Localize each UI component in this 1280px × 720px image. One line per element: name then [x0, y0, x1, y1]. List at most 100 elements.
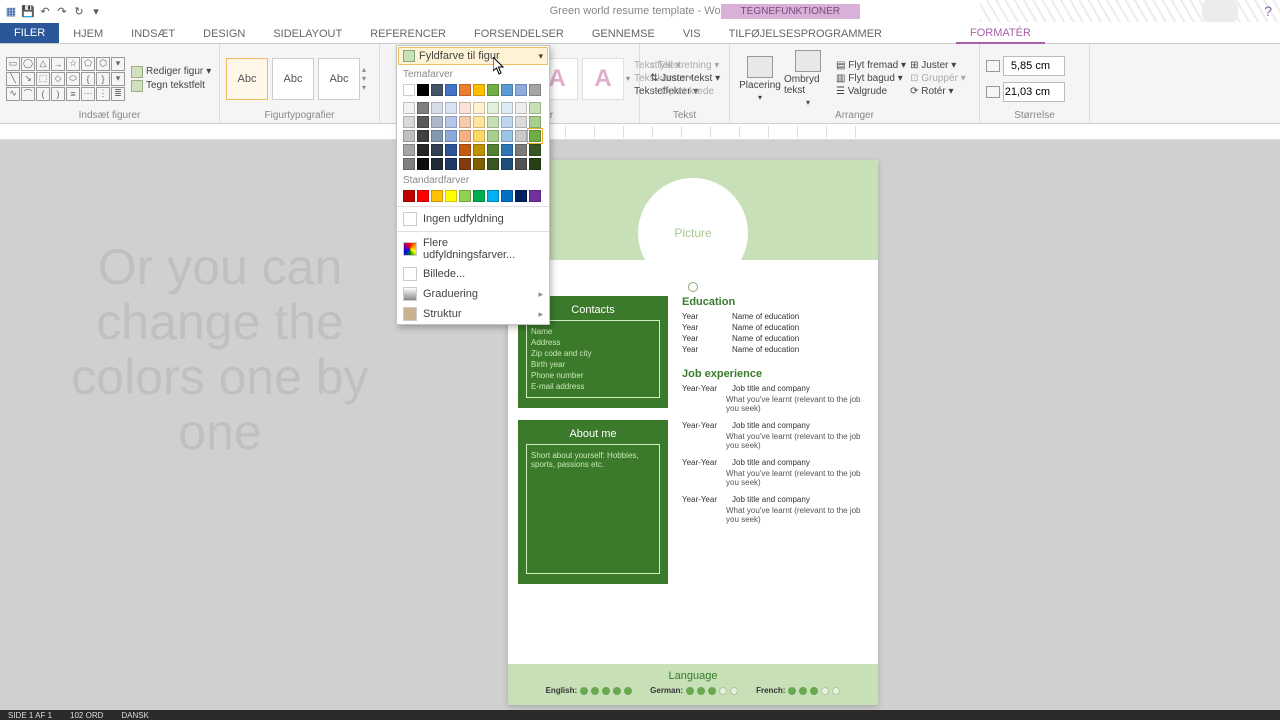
color-swatch[interactable] [515, 116, 527, 128]
tab-insert[interactable]: INDSÆT [117, 25, 189, 43]
tab-layout[interactable]: SIDELAYOUT [259, 25, 356, 43]
rotate-button[interactable]: ⟳ Rotér ▾ [910, 86, 966, 97]
shape-style-gallery[interactable]: Abc Abc Abc [226, 58, 360, 100]
color-swatch[interactable] [487, 158, 499, 170]
color-swatch[interactable] [487, 130, 499, 142]
tab-format[interactable]: FORMATÉR [956, 24, 1045, 44]
color-swatch[interactable] [473, 116, 485, 128]
tab-file[interactable]: FILER [0, 23, 59, 43]
about-card[interactable]: About me Short about yourself: Hobbies, … [518, 420, 668, 584]
color-swatch[interactable] [529, 84, 541, 96]
color-swatch[interactable] [459, 102, 471, 114]
repeat-icon[interactable]: ↻ [72, 4, 86, 18]
color-swatch[interactable] [487, 116, 499, 128]
color-swatch[interactable] [529, 158, 541, 170]
color-swatch[interactable] [403, 116, 415, 128]
color-swatch[interactable] [473, 144, 485, 156]
color-swatch[interactable] [515, 130, 527, 142]
no-fill-item[interactable]: Ingen udfyldning [397, 209, 549, 229]
color-swatch[interactable] [417, 190, 429, 202]
tab-references[interactable]: REFERENCER [356, 25, 460, 43]
color-swatch[interactable] [501, 130, 513, 142]
color-swatch[interactable] [473, 190, 485, 202]
color-swatch[interactable] [487, 84, 499, 96]
bring-forward-button[interactable]: ▤ Flyt fremad ▾ [836, 60, 906, 71]
color-swatch[interactable] [445, 102, 457, 114]
picture-fill-item[interactable]: Billede... [397, 264, 549, 284]
header-band[interactable]: Picture [508, 160, 878, 260]
position-button[interactable]: Placering▾ [736, 56, 784, 102]
word-count[interactable]: 102 ORD [70, 711, 103, 720]
selection-pane-button[interactable]: ☰ Valgrude [836, 86, 906, 97]
color-swatch[interactable] [445, 144, 457, 156]
gallery-down-icon[interactable]: ▾ [362, 74, 373, 83]
color-swatch[interactable] [529, 190, 541, 202]
align-button[interactable]: ⊞ Juster ▾ [910, 60, 966, 71]
color-swatch[interactable] [487, 190, 499, 202]
height-input[interactable] [1003, 56, 1065, 76]
undo-icon[interactable]: ↶ [38, 4, 52, 18]
qat-more-icon[interactable]: ▾ [89, 4, 103, 18]
align-text-button[interactable]: ⇅ Juster tekst ▾ [650, 73, 720, 84]
color-swatch[interactable] [515, 102, 527, 114]
shape-fill-button[interactable]: Fyldfarve til figur ▾ [398, 47, 548, 65]
gallery-more-icon[interactable]: ▾ [362, 83, 373, 92]
color-swatch[interactable] [529, 144, 541, 156]
more-colors-item[interactable]: Flere udfyldningsfarver... [397, 234, 549, 264]
color-swatch[interactable] [403, 102, 415, 114]
tab-addins[interactable]: TILFØJELSESPROGRAMMER [715, 25, 896, 43]
text-direction-button[interactable]: ↕ Tekstretning ▾ [650, 60, 720, 71]
wrap-text-button[interactable]: Ombryd tekst▾ [784, 50, 832, 107]
color-swatch[interactable] [417, 102, 429, 114]
color-swatch[interactable] [431, 102, 443, 114]
textbox-button[interactable]: Tegn tekstfelt [131, 80, 211, 92]
color-swatch[interactable] [515, 84, 527, 96]
color-swatch[interactable] [417, 144, 429, 156]
gradient-fill-item[interactable]: Graduering [397, 284, 549, 304]
color-swatch[interactable] [515, 158, 527, 170]
width-input[interactable] [1003, 82, 1065, 102]
style-swatch[interactable]: Abc [318, 58, 360, 100]
color-swatch[interactable] [515, 144, 527, 156]
color-swatch[interactable] [403, 130, 415, 142]
color-swatch[interactable] [417, 84, 429, 96]
color-swatch[interactable] [431, 116, 443, 128]
color-swatch[interactable] [445, 84, 457, 96]
help-icon[interactable]: ? [1264, 3, 1272, 19]
create-link-button[interactable]: ↪ Opret kæde [650, 86, 720, 97]
color-swatch[interactable] [473, 130, 485, 142]
language-footer[interactable]: Language English:German:French: [508, 664, 878, 705]
tab-home[interactable]: HJEM [59, 25, 117, 43]
color-swatch[interactable] [431, 144, 443, 156]
color-swatch[interactable] [487, 144, 499, 156]
color-swatch[interactable] [431, 130, 443, 142]
style-swatch[interactable]: Abc [272, 58, 314, 100]
color-swatch[interactable] [403, 84, 415, 96]
color-swatch[interactable] [473, 102, 485, 114]
tab-design[interactable]: DESIGN [189, 25, 259, 43]
group-button[interactable]: ⊡ Gruppér ▾ [910, 73, 966, 84]
color-swatch[interactable] [445, 190, 457, 202]
tab-mailings[interactable]: FORSENDELSER [460, 25, 578, 43]
color-swatch[interactable] [529, 130, 541, 142]
color-swatch[interactable] [501, 158, 513, 170]
color-swatch[interactable] [431, 190, 443, 202]
color-swatch[interactable] [459, 84, 471, 96]
save-icon[interactable]: 💾 [21, 4, 35, 18]
gallery-up-icon[interactable]: ▴ [362, 65, 373, 74]
color-swatch[interactable] [459, 130, 471, 142]
color-swatch[interactable] [445, 116, 457, 128]
color-swatch[interactable] [473, 158, 485, 170]
color-swatch[interactable] [403, 158, 415, 170]
color-swatch[interactable] [417, 116, 429, 128]
texture-fill-item[interactable]: Struktur [397, 304, 549, 324]
language-status[interactable]: DANSK [121, 711, 149, 720]
color-swatch[interactable] [529, 102, 541, 114]
shapes-gallery[interactable]: ▭◯△→☆⬠⬡▾ ╲↘⬚◇⬭{}▾ ∿⌒()≡⋯⋮≣ [6, 57, 125, 101]
color-swatch[interactable] [445, 130, 457, 142]
tab-review[interactable]: GENNEMSE [578, 25, 669, 43]
color-swatch[interactable] [529, 116, 541, 128]
tab-view[interactable]: VIS [669, 25, 715, 43]
color-swatch[interactable] [431, 84, 443, 96]
edit-shape-button[interactable]: Rediger figur ▾ [131, 66, 211, 78]
